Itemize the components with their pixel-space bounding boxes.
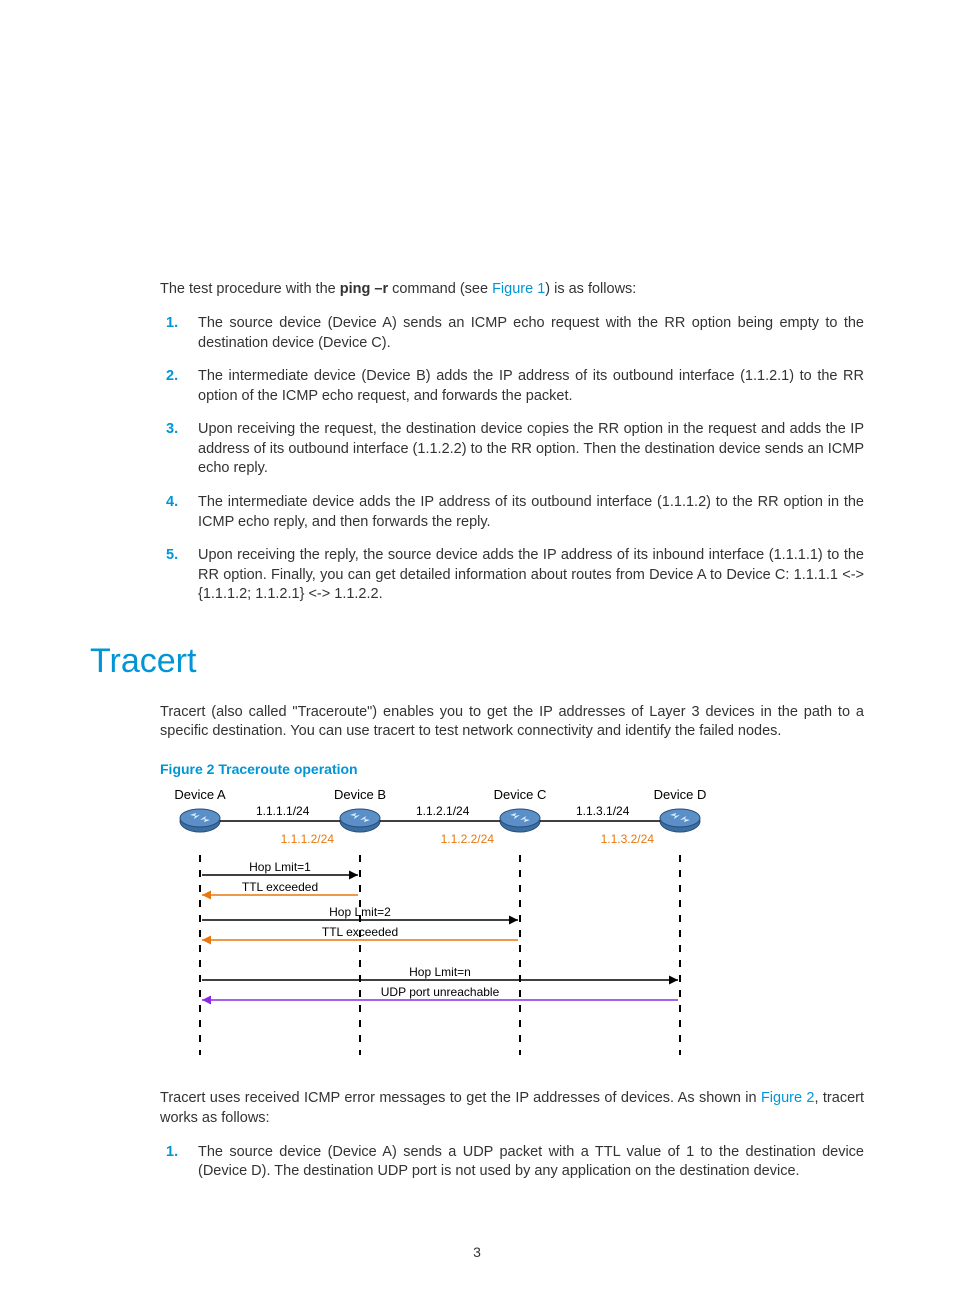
tracert-steps-list: The source device (Device A) sends a UDP…	[160, 1143, 864, 1182]
figure2-link[interactable]: Figure 2	[761, 1090, 815, 1106]
svg-text:1.1.2.1/24: 1.1.2.1/24	[416, 804, 470, 818]
svg-text:Hop Lmit=n: Hop Lmit=n	[409, 965, 471, 979]
svg-text:1.1.1.1/24: 1.1.1.1/24	[256, 804, 310, 818]
svg-text:TTL exceeded: TTL exceeded	[242, 880, 318, 894]
list-item: The source device (Device A) sends a UDP…	[188, 1143, 864, 1182]
svg-text:Device C: Device C	[494, 787, 547, 802]
section-heading-tracert: Tracert	[90, 639, 864, 685]
svg-text:Hop Lmit=2: Hop Lmit=2	[329, 905, 391, 919]
svg-text:Hop Lmit=1: Hop Lmit=1	[249, 860, 311, 874]
svg-text:Device A: Device A	[174, 787, 226, 802]
tracert-intro-paragraph: Tracert (also called "Traceroute") enabl…	[160, 703, 864, 742]
intro-cmd: ping –r	[340, 281, 388, 297]
figure2-diagram: Device A Device B Device C Device D 1.1.1.1/…	[160, 785, 864, 1072]
svg-text:TTL exceeded: TTL exceeded	[322, 925, 398, 939]
intro-mid: command (see	[388, 281, 492, 297]
intro-post: ) is as follows:	[545, 281, 636, 297]
svg-text:1.1.3.2/24: 1.1.3.2/24	[601, 832, 655, 846]
intro-paragraph: The test procedure with the ping –r comm…	[160, 280, 864, 300]
figure2-caption: Figure 2 Traceroute operation	[160, 760, 864, 779]
list-item: Upon receiving the request, the destinat…	[188, 420, 864, 479]
tracert-after-paragraph: Tracert uses received ICMP error message…	[160, 1089, 864, 1128]
svg-text:1.1.3.1/24: 1.1.3.1/24	[576, 804, 630, 818]
svg-text:1.1.2.2/24: 1.1.2.2/24	[441, 832, 495, 846]
list-item: Upon receiving the reply, the source dev…	[188, 546, 864, 605]
intro-pre: The test procedure with the	[160, 281, 340, 297]
svg-text:1.1.1.2/24: 1.1.1.2/24	[281, 832, 335, 846]
tracert-after-pre: Tracert uses received ICMP error message…	[160, 1090, 761, 1106]
page-number: 3	[0, 1244, 954, 1260]
figure1-link[interactable]: Figure 1	[492, 281, 545, 297]
svg-text:Device B: Device B	[334, 787, 386, 802]
svg-text:Device D: Device D	[654, 787, 707, 802]
svg-text:UDP port unreachable: UDP port unreachable	[381, 985, 500, 999]
list-item: The source device (Device A) sends an IC…	[188, 314, 864, 353]
ping-steps-list: The source device (Device A) sends an IC…	[160, 314, 864, 605]
list-item: The intermediate device (Device B) adds …	[188, 367, 864, 406]
list-item: The intermediate device adds the IP addr…	[188, 493, 864, 532]
